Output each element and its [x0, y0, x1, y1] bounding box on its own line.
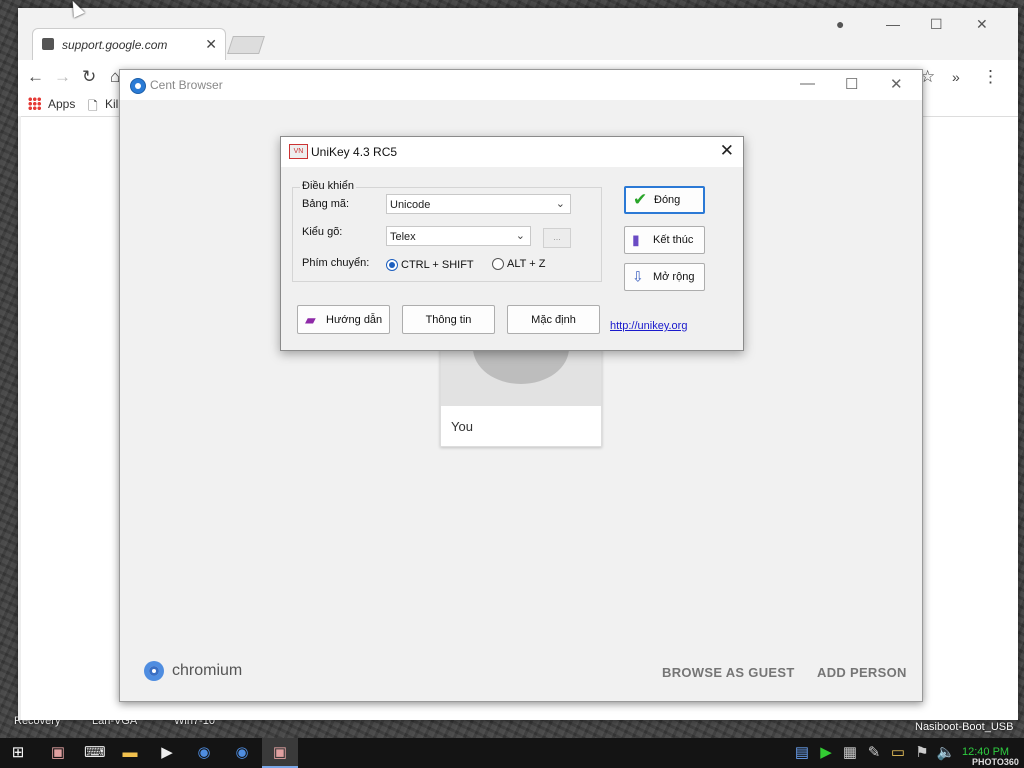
- maximize-icon[interactable]: ☐: [930, 16, 943, 33]
- media-player-icon[interactable]: ▶: [157, 743, 177, 763]
- radio-alt-z-label[interactable]: ALT + Z: [507, 258, 545, 270]
- taskbar: ⊞ ▣ ⌨ ▬ ▶ ◉ ◉ ▣ ▤ ▶ ▦ ✎ ▭ ⚑ 🔈: [0, 738, 1024, 768]
- forward-icon[interactable]: →: [54, 67, 71, 87]
- profile-avatar-area: [441, 346, 601, 406]
- flag-icon[interactable]: ⚑: [912, 743, 932, 763]
- apps-grid-icon[interactable]: [28, 97, 41, 110]
- tab-title: support.google.com: [62, 38, 168, 52]
- close-tab-icon[interactable]: ✕: [205, 36, 217, 53]
- page-favicon-icon: [42, 38, 54, 50]
- profile-card[interactable]: You: [440, 345, 602, 447]
- help-label: Hướng dẫn: [326, 313, 383, 326]
- default-button[interactable]: Mặc định: [507, 305, 600, 334]
- tray-app-icon[interactable]: ▤: [792, 743, 812, 763]
- keyboard-icon[interactable]: ⌨: [84, 743, 106, 763]
- add-person-button[interactable]: ADD PERSON: [817, 665, 907, 680]
- input-method-options-button[interactable]: ...: [543, 228, 571, 248]
- cent-titlebar: Cent Browser — ☐ ✕: [120, 70, 922, 100]
- arrow-down-icon: ⇩: [632, 268, 644, 285]
- unikey-active-icon[interactable]: ▣: [270, 743, 290, 763]
- chrome-tabstrip: support.google.com ✕ ● — ☐ ✕: [18, 8, 1018, 61]
- exit-label: Kết thúc: [653, 234, 694, 246]
- file-explorer-icon[interactable]: ▬: [120, 743, 140, 763]
- input-method-label: Kiểu gõ:: [302, 226, 343, 238]
- minimize-icon[interactable]: —: [800, 75, 815, 92]
- default-label: Mặc định: [531, 313, 576, 326]
- unikey-dialog: VN UniKey 4.3 RC5 ✕ Điều khiển Bảng mã: …: [280, 136, 744, 351]
- extensions-chevron-icon[interactable]: »: [952, 69, 960, 85]
- chevron-down-icon: ⌄: [555, 198, 565, 210]
- browser-icon[interactable]: ◉: [194, 743, 214, 763]
- pen-icon[interactable]: ✎: [864, 743, 884, 763]
- input-method-value: Telex: [390, 231, 416, 243]
- new-tab-button[interactable]: [227, 36, 265, 54]
- expand-label: Mở rộng: [653, 271, 695, 283]
- browse-as-guest-button[interactable]: BROWSE AS GUEST: [662, 665, 795, 680]
- chromium-logo-icon: [144, 661, 164, 681]
- avatar: [473, 346, 569, 384]
- unikey-titlebar: VN UniKey 4.3 RC5 ✕: [281, 137, 743, 167]
- watermark: PHOTO360: [972, 757, 1019, 767]
- unikey-app-icon: VN: [289, 144, 308, 159]
- unikey-website-link[interactable]: http://unikey.org: [610, 320, 687, 332]
- cent-browser-logo-icon: [130, 78, 146, 94]
- speaker-muted-icon[interactable]: 🔈: [936, 743, 956, 763]
- unikey-taskbar-icon[interactable]: ▣: [48, 743, 68, 763]
- windows-start-icon[interactable]: ⊞: [8, 743, 28, 763]
- close-window-icon[interactable]: ✕: [890, 75, 903, 93]
- radio-ctrl-shift-label[interactable]: CTRL + SHIFT: [401, 259, 474, 271]
- menu-icon[interactable]: ⋮: [982, 67, 999, 87]
- window-title: Cent Browser: [150, 78, 223, 92]
- cent-browser-icon[interactable]: ◉: [232, 743, 252, 763]
- checkmark-icon: ✔: [633, 190, 648, 209]
- minimize-icon[interactable]: —: [886, 16, 900, 32]
- close-dialog-label: Đóng: [654, 194, 681, 206]
- expand-button[interactable]: ⇩ Mở rộng: [624, 263, 705, 291]
- info-button[interactable]: Thông tin: [402, 305, 495, 334]
- close-icon[interactable]: ✕: [720, 141, 734, 161]
- network-icon[interactable]: ▦: [840, 743, 860, 763]
- dialog-title: UniKey 4.3 RC5: [311, 145, 398, 159]
- chevron-down-icon: ⌄: [515, 230, 525, 242]
- radio-ctrl-shift[interactable]: [386, 259, 398, 271]
- profile-icon[interactable]: ●: [836, 16, 844, 32]
- book-icon: ▰: [305, 311, 316, 327]
- exit-door-icon: ▮: [632, 231, 640, 248]
- chromium-brand: chromium: [172, 662, 243, 679]
- close-window-icon[interactable]: ✕: [976, 16, 988, 33]
- charset-label: Bảng mã:: [302, 198, 350, 210]
- charset-select[interactable]: Unicode ⌄: [386, 194, 571, 214]
- switch-key-label: Phím chuyển:: [302, 257, 370, 269]
- folder-icon[interactable]: ▭: [888, 743, 908, 763]
- help-button[interactable]: ▰ Hướng dẫn: [297, 305, 390, 334]
- radio-alt-z[interactable]: [492, 258, 504, 270]
- info-label: Thông tin: [425, 313, 472, 326]
- desktop-icon-label[interactable]: Nasiboot-Boot_USB: [915, 721, 1013, 733]
- tray-play-icon[interactable]: ▶: [816, 743, 836, 763]
- back-icon[interactable]: ←: [27, 67, 44, 87]
- reload-icon[interactable]: ↻: [82, 67, 96, 87]
- charset-value: Unicode: [390, 199, 431, 211]
- profile-name: You: [451, 419, 473, 434]
- page-icon: 🗋: [88, 99, 98, 113]
- close-dialog-button[interactable]: ✔ Đóng: [624, 186, 705, 214]
- page-content: [18, 116, 21, 720]
- input-method-select[interactable]: Telex ⌄: [386, 226, 531, 246]
- exit-button[interactable]: ▮ Kết thúc: [624, 226, 705, 254]
- bookmark-apps[interactable]: Apps: [48, 97, 75, 111]
- browser-tab[interactable]: support.google.com ✕: [32, 28, 226, 61]
- control-group-label: Điều khiển: [300, 180, 356, 192]
- maximize-icon[interactable]: ☐: [845, 75, 858, 93]
